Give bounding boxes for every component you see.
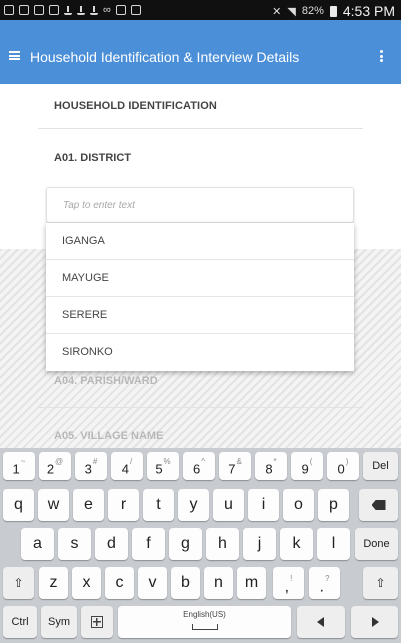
- dropdown-option[interactable]: SIRONKO: [46, 334, 354, 371]
- letter-key-h[interactable]: h: [206, 528, 239, 560]
- keypad-icon: [91, 616, 103, 628]
- number-key-3[interactable]: 3#: [75, 452, 107, 480]
- status-bar: ∞ ✕ ◥ 82% 4:53 PM: [0, 0, 401, 20]
- number-key-6[interactable]: 6^: [183, 452, 215, 480]
- letter-key-r[interactable]: r: [108, 489, 139, 521]
- battery-percent: 82%: [301, 5, 324, 17]
- letter-key-c[interactable]: c: [105, 567, 134, 599]
- question-label-village: A05. VILLAGE NAME: [54, 430, 164, 442]
- notification-icons: ∞: [4, 4, 141, 16]
- android-icon: [115, 5, 126, 15]
- dropdown-option[interactable]: MAYUGE: [46, 260, 354, 297]
- district-input[interactable]: Tap to enter text: [46, 187, 354, 223]
- letter-key-t[interactable]: t: [143, 489, 174, 521]
- done-key[interactable]: Done: [355, 528, 398, 560]
- shift-key-left[interactable]: ⇧: [3, 567, 34, 599]
- letter-key-d[interactable]: d: [95, 528, 128, 560]
- sym-key[interactable]: Sym: [41, 606, 77, 638]
- letter-key-b[interactable]: b: [171, 567, 200, 599]
- page-title: Household Identification & Interview Det…: [30, 49, 300, 65]
- arrow-left-icon: [317, 617, 324, 627]
- app-bar: Household Identification & Interview Det…: [0, 20, 401, 84]
- arrow-right-icon: [371, 617, 379, 627]
- number-key-8[interactable]: 8*: [255, 452, 287, 480]
- letter-key-l[interactable]: l: [317, 528, 350, 560]
- keypad-mode-key[interactable]: [81, 606, 113, 638]
- form-area: HOUSEHOLD IDENTIFICATION A01. DISTRICT T…: [0, 84, 401, 448]
- letter-key-f[interactable]: f: [132, 528, 165, 560]
- letter-key-k[interactable]: k: [280, 528, 313, 560]
- letter-key-e[interactable]: e: [73, 489, 104, 521]
- number-key-1[interactable]: 1~: [3, 452, 35, 480]
- soft-keyboard: Del Done ⇧ ,! .? ⇧ Ctrl Sym English(US) …: [0, 448, 401, 643]
- cursor-right-key[interactable]: [351, 606, 398, 638]
- comma-key[interactable]: ,!: [273, 567, 304, 599]
- period-key[interactable]: .?: [309, 567, 340, 599]
- letter-key-y[interactable]: y: [178, 489, 209, 521]
- hamburger-menu-icon[interactable]: [9, 51, 20, 60]
- cursor-left-key[interactable]: [297, 606, 345, 638]
- notification-icon: [4, 5, 14, 15]
- space-key[interactable]: English(US): [118, 606, 291, 638]
- voicemail-icon: ∞: [103, 4, 111, 16]
- clock: 4:53 PM: [342, 3, 395, 19]
- backspace-key[interactable]: [359, 489, 398, 521]
- district-dropdown: IGANGA MAYUGE SERERE SIRONKO: [46, 223, 354, 371]
- input-placeholder: Tap to enter text: [63, 200, 135, 211]
- number-key-7[interactable]: 7&: [219, 452, 251, 480]
- letter-key-v[interactable]: v: [138, 567, 167, 599]
- letter-key-x[interactable]: x: [72, 567, 101, 599]
- letter-key-m[interactable]: m: [237, 567, 266, 599]
- download-icon: [64, 5, 72, 15]
- letter-key-w[interactable]: w: [38, 489, 69, 521]
- letter-key-s[interactable]: s: [58, 528, 91, 560]
- section-title: HOUSEHOLD IDENTIFICATION: [54, 100, 217, 112]
- letter-key-i[interactable]: i: [248, 489, 279, 521]
- wifi-icon: ◥: [287, 5, 296, 18]
- number-key-0[interactable]: 0): [327, 452, 359, 480]
- mail-icon: [49, 5, 59, 15]
- number-key-2[interactable]: 2@: [39, 452, 71, 480]
- image-icon: [34, 5, 44, 15]
- space-language-label: English(US): [183, 610, 226, 619]
- letter-key-q[interactable]: q: [3, 489, 34, 521]
- divider: [38, 407, 363, 408]
- letter-key-a[interactable]: a: [21, 528, 54, 560]
- letter-key-u[interactable]: u: [213, 489, 244, 521]
- android-icon: [130, 5, 141, 15]
- battery-icon: [329, 5, 337, 17]
- backspace-icon: [371, 500, 386, 510]
- shift-key-right[interactable]: ⇧: [363, 567, 398, 599]
- letter-key-p[interactable]: p: [318, 489, 349, 521]
- question-label-district: A01. DISTRICT: [54, 152, 132, 164]
- status-right: ✕ ◥ 82% 4:53 PM: [272, 3, 395, 19]
- ctrl-key[interactable]: Ctrl: [3, 606, 37, 638]
- delete-key[interactable]: Del: [363, 452, 398, 480]
- question-label-parish: A04. PARISH/WARD: [54, 375, 158, 387]
- number-key-5[interactable]: 5%: [147, 452, 179, 480]
- letter-key-g[interactable]: g: [169, 528, 202, 560]
- divider: [38, 128, 363, 129]
- letter-key-o[interactable]: o: [283, 489, 314, 521]
- notification-icon: [19, 5, 29, 15]
- number-key-4[interactable]: 4/: [111, 452, 143, 480]
- more-vert-icon[interactable]: [380, 50, 383, 62]
- letter-key-n[interactable]: n: [204, 567, 233, 599]
- letter-key-j[interactable]: j: [243, 528, 276, 560]
- dropdown-option[interactable]: SERERE: [46, 297, 354, 334]
- download-icon: [77, 5, 85, 15]
- dropdown-option[interactable]: IGANGA: [46, 223, 354, 260]
- number-key-9[interactable]: 9(: [291, 452, 323, 480]
- mute-icon: ✕: [272, 5, 282, 18]
- space-icon: [191, 624, 218, 630]
- letter-key-z[interactable]: z: [39, 567, 68, 599]
- download-icon: [90, 5, 98, 15]
